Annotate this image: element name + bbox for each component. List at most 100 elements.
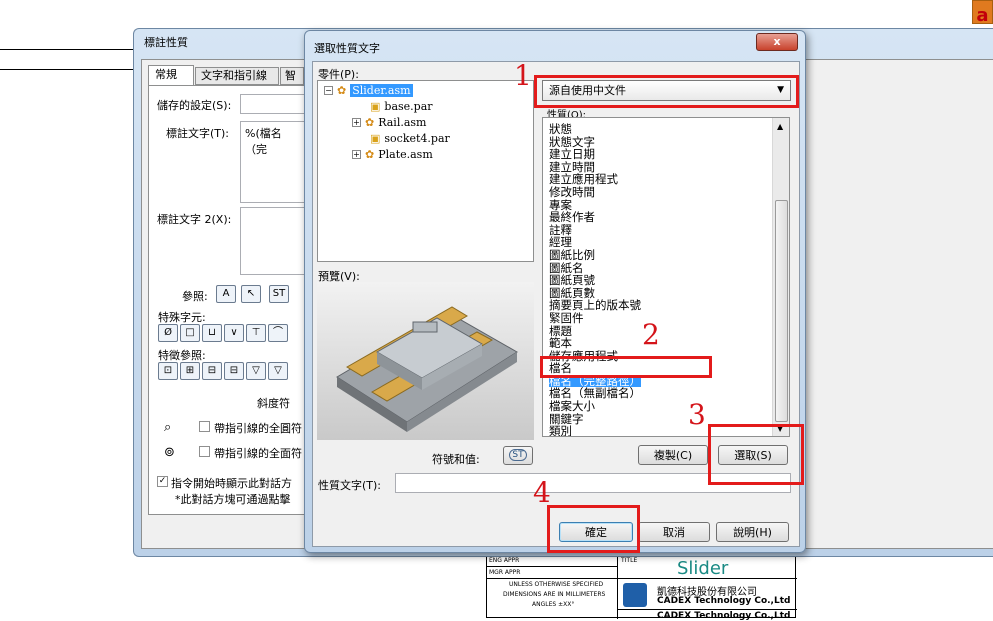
- tree-item-base[interactable]: ▣ base.par: [370, 100, 433, 113]
- callout-box-4: [547, 505, 640, 553]
- tolerance-note-3: ANGLES ±XX°: [532, 601, 575, 608]
- property-item[interactable]: 圖紙頁號: [549, 274, 641, 287]
- note-text2-area[interactable]: [240, 207, 308, 275]
- property-text-label: 性質文字(T):: [318, 479, 382, 492]
- tolerance-note-1: UNLESS OTHERWISE SPECIFIED: [509, 581, 604, 588]
- show-on-start-label: 指令開始時顯示此對話方: [171, 477, 292, 490]
- dialog-title: 選取性質文字: [314, 42, 380, 55]
- special-char-bar: Ø □ ⊔ ∨ ⊤ ⌒: [158, 324, 288, 342]
- slope-label: 斜度符: [257, 397, 290, 410]
- copy-button[interactable]: 複製(C): [638, 445, 708, 465]
- feature-ref-bar: ⊡ ⊞ ⊟ ⊟ ▽ ▽: [158, 362, 288, 380]
- callout-number-3: 3: [688, 398, 706, 431]
- feature-ref-label: 特徵參照:: [158, 349, 206, 362]
- property-item[interactable]: 最終作者: [549, 211, 641, 224]
- leader-all-icon: ⊚: [164, 445, 175, 460]
- tree-label-plate: Plate.asm: [378, 148, 433, 161]
- leader-full-circle-label: 帶指引線的全圓符: [214, 422, 302, 435]
- callout-number-2: 2: [642, 318, 660, 351]
- tree-label-rail: Rail.asm: [378, 116, 427, 129]
- part-icon: ▣: [370, 132, 381, 145]
- company-name-en: CADEX Technology Co.,Ltd: [657, 596, 791, 606]
- scroll-up-icon[interactable]: ▲: [777, 122, 783, 131]
- leader-circle-icon: ⌕: [164, 420, 172, 435]
- tab-smart[interactable]: 智: [280, 67, 304, 85]
- saved-settings-input[interactable]: [240, 94, 308, 114]
- tree-item-socket4[interactable]: ▣ socket4.par: [370, 132, 450, 145]
- symbol-st-icon[interactable]: ST: [269, 285, 289, 303]
- cancel-button[interactable]: 取消: [638, 522, 710, 542]
- close-button[interactable]: x: [756, 33, 798, 51]
- property-item[interactable]: 狀態: [549, 123, 641, 136]
- tree-label-socket4: socket4.par: [384, 132, 450, 145]
- properties-list[interactable]: 狀態 狀態文字 建立日期 建立時間 建立應用程式 修改時間 專案 最終作者 註釋 經理 圖紙比例 圖紙…: [542, 117, 790, 437]
- symbol-value-button[interactable]: ST: [503, 446, 533, 465]
- tree-label-slider: Slider.asm: [350, 84, 413, 97]
- symbol-st-icon: ST: [509, 449, 527, 461]
- callout-box-2: [540, 356, 712, 378]
- diameter-icon[interactable]: Ø: [158, 324, 178, 342]
- help-button[interactable]: 說明(H): [716, 522, 789, 542]
- property-item[interactable]: 緊固件: [549, 312, 641, 325]
- note-text-value: %(檔名（完: [245, 127, 282, 156]
- property-item[interactable]: 類別: [549, 425, 641, 436]
- special-char-label: 特殊字元:: [158, 311, 206, 324]
- assembly-icon: ✿: [365, 148, 375, 161]
- leader-full-all-checkbox[interactable]: [199, 446, 210, 457]
- square-icon[interactable]: □: [180, 324, 200, 342]
- assembly-icon: ✿: [365, 116, 375, 129]
- expand-icon[interactable]: +: [352, 150, 361, 159]
- leader-full-circle-checkbox[interactable]: [199, 421, 210, 432]
- property-item[interactable]: 修改時間: [549, 186, 641, 199]
- preview-image: [317, 282, 534, 440]
- tree-item-plate[interactable]: + ✿ Plate.asm: [352, 148, 433, 161]
- draft-ref-icon[interactable]: ▽: [246, 362, 266, 380]
- property-item[interactable]: 範本: [549, 337, 641, 350]
- callout-box-1: [534, 75, 799, 108]
- expand-icon[interactable]: +: [352, 118, 361, 127]
- symbol-value-label: 符號和值:: [432, 453, 480, 466]
- tree-item-rail[interactable]: + ✿ Rail.asm: [352, 116, 426, 129]
- property-text-icon[interactable]: A: [216, 285, 236, 303]
- collapse-icon[interactable]: −: [324, 86, 333, 95]
- mgr-appr-cell: MGR APPR: [489, 569, 521, 576]
- scrollbar-thumb[interactable]: [775, 200, 788, 422]
- tolerance-note-2: DIMENSIONS ARE IN MILLIMETERS: [503, 591, 606, 598]
- countersink-icon[interactable]: ∨: [224, 324, 244, 342]
- tab-text-leader[interactable]: 文字和指引線: [195, 67, 279, 85]
- note-text-label: 標註文字(T):: [166, 127, 230, 140]
- properties-scrollbar[interactable]: ▲ ▼: [772, 118, 789, 436]
- tree-label-base: base.par: [384, 100, 433, 113]
- reference-label: 參照:: [182, 290, 208, 303]
- callout-number-1: 1: [514, 59, 532, 92]
- property-item[interactable]: 檔案大小: [549, 400, 641, 413]
- properties-list-items: 狀態 狀態文字 建立日期 建立時間 建立應用程式 修改時間 專案 最終作者 註釋 經理 圖紙比例 圖紙…: [549, 123, 641, 436]
- saved-settings-label: 儲存的設定(S):: [157, 99, 232, 112]
- counterbore-icon[interactable]: ⊔: [202, 324, 222, 342]
- reference-icon[interactable]: ↖: [241, 285, 261, 303]
- tree-item-slider[interactable]: − ✿ Slider.asm: [324, 84, 413, 97]
- app-logo: a: [972, 0, 993, 26]
- arc-length-icon[interactable]: ⌒: [268, 324, 288, 342]
- eng-appr-cell: ENG APPR: [489, 557, 520, 564]
- note-hint: *此對話方塊可通過點擊: [175, 493, 291, 506]
- title-label: TITLE: [621, 557, 638, 564]
- taper-ref-icon[interactable]: ▽: [268, 362, 288, 380]
- depth-icon[interactable]: ⊤: [246, 324, 266, 342]
- company-name-en-2: CADEX Technology Co.,Ltd: [657, 611, 791, 621]
- hole-ref-icon[interactable]: ⊡: [158, 362, 178, 380]
- note-text-area[interactable]: %(檔名（完: [240, 121, 308, 203]
- title-block: ENG APPR MGR APPR TITLE Slider UNLESS OT…: [486, 555, 797, 621]
- note-properties-title: 標註性質: [144, 36, 188, 49]
- part-icon: ▣: [370, 100, 381, 113]
- tab-general[interactable]: 常規: [148, 65, 194, 85]
- show-on-start-checkbox[interactable]: ✓: [157, 476, 168, 487]
- company-logo: [623, 583, 647, 607]
- pattern-ref-icon[interactable]: ⊟: [224, 362, 244, 380]
- thread-ref-icon[interactable]: ⊞: [180, 362, 200, 380]
- component-tree[interactable]: − ✿ Slider.asm ▣ base.par + ✿ Rail.asm ▣…: [317, 80, 534, 262]
- property-item[interactable]: 建立日期: [549, 148, 641, 161]
- property-item[interactable]: 圖紙比例: [549, 249, 641, 262]
- drawing-line-2: [0, 69, 140, 70]
- slot-ref-icon[interactable]: ⊟: [202, 362, 222, 380]
